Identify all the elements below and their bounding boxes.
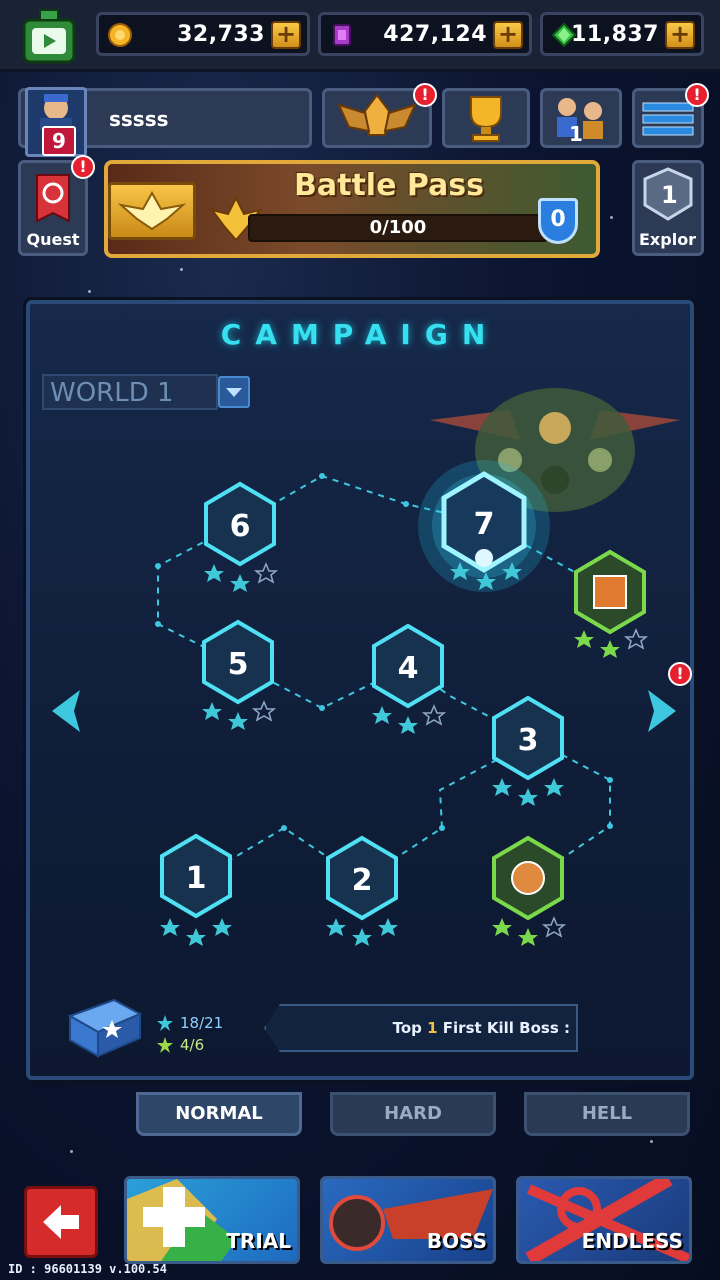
- boss-node-upper[interactable]: [574, 549, 646, 635]
- campaign-map: 1 2 3 4 5 6 7: [155, 460, 649, 946]
- trophy-button[interactable]: [442, 88, 530, 148]
- svg-text:2: 2: [352, 863, 373, 898]
- avatar[interactable]: 9: [25, 87, 87, 157]
- first-kill-boss-panel[interactable]: Top 1 First Kill Boss :: [264, 1004, 578, 1052]
- player-name: sssss: [109, 107, 169, 131]
- purple-card-icon: [333, 24, 351, 46]
- coin-value: 32,733: [177, 22, 265, 47]
- svg-text:7: 7: [474, 507, 495, 542]
- explore-label: Explor: [639, 230, 697, 249]
- quest-button[interactable]: Quest !: [18, 155, 95, 256]
- background-star: [180, 268, 183, 271]
- trophy-icon: [470, 96, 502, 142]
- back-arrow-icon: [43, 1205, 79, 1239]
- crew-button[interactable]: 1: [540, 88, 622, 148]
- node-stars: [160, 562, 649, 946]
- boss-mode-button[interactable]: BOSS: [320, 1176, 496, 1264]
- svg-text:5: 5: [228, 647, 249, 682]
- game-logo-icon[interactable]: [14, 6, 84, 68]
- campaign-panel: CAMPAIGN WORLD 1 1 2 3 4 5 6 7 !: [26, 300, 694, 1080]
- level-node-7[interactable]: 7: [441, 471, 527, 573]
- background-star: [650, 1140, 653, 1143]
- coin-counter: 32,733 +: [96, 12, 310, 56]
- level-node-4[interactable]: 4: [372, 623, 444, 709]
- coin-icon: [108, 23, 132, 47]
- boss-stars-count: 4/6: [180, 1036, 205, 1054]
- reward-chest-icon[interactable]: [64, 994, 144, 1060]
- battle-pass-ticket-icon: [108, 182, 196, 240]
- campaign-rewards-bar: 18/21 4/6 Top 1 First Kill Boss :: [34, 998, 684, 1066]
- svg-text:1: 1: [569, 122, 583, 145]
- add-crystals-button[interactable]: +: [665, 21, 695, 49]
- player-profile[interactable]: 9 sssss: [18, 87, 312, 157]
- battle-pass-title: Battle Pass: [294, 168, 485, 203]
- next-world-alert-badge: !: [668, 662, 692, 686]
- tab-hell[interactable]: HELL: [524, 1092, 690, 1136]
- quest-banner-icon: [36, 174, 70, 223]
- svg-text:4: 4: [398, 651, 419, 686]
- battle-pass-banner[interactable]: Battle Pass 0/100 0: [104, 160, 600, 258]
- player-level-badge: 9: [42, 126, 76, 156]
- pilot-avatar-icon: [40, 94, 72, 130]
- crystal-counter: 11,837 +: [540, 12, 704, 56]
- tab-normal[interactable]: NORMAL: [136, 1092, 302, 1136]
- endless-mode-button[interactable]: ENDLESS: [516, 1176, 692, 1264]
- svg-text:3: 3: [518, 723, 539, 758]
- background-star: [610, 216, 613, 219]
- next-world-arrow-icon[interactable]: [642, 686, 682, 736]
- level-node-6[interactable]: 6: [204, 481, 276, 567]
- back-button[interactable]: [24, 1186, 98, 1258]
- top-resource-bar: 32,733 + 427,124 + 11,837 +: [0, 0, 720, 72]
- battle-pass-progress-bar: 0/100: [248, 214, 548, 242]
- explore-badge-icon: 1: [643, 167, 693, 221]
- background-star: [70, 1150, 73, 1153]
- card-value: 427,124: [383, 22, 487, 47]
- level-node-1[interactable]: 1: [160, 833, 232, 919]
- explore-button[interactable]: 1 Explor: [632, 160, 704, 256]
- trial-mode-button[interactable]: TRIAL: [124, 1176, 300, 1264]
- add-cards-button[interactable]: +: [493, 21, 523, 49]
- add-coins-button[interactable]: +: [271, 21, 301, 49]
- campaign-stars-count: 18/21: [180, 1014, 224, 1032]
- first-kill-boss-text: Top 1 First Kill Boss :: [392, 1019, 570, 1037]
- svg-text:1: 1: [186, 861, 207, 896]
- battle-pass-level-shield: 0: [538, 198, 578, 244]
- trial-mode-label: TRIAL: [226, 1229, 291, 1253]
- green-star-icon: [157, 1037, 173, 1053]
- explore-count: 1: [661, 181, 678, 209]
- current-level-marker: [475, 549, 493, 567]
- menu-button[interactable]: !: [632, 83, 709, 148]
- rank-button[interactable]: !: [322, 83, 437, 148]
- level-node-2[interactable]: 2: [326, 835, 398, 921]
- boss-mode-label: BOSS: [426, 1229, 487, 1253]
- menu-alert-badge: !: [685, 83, 709, 107]
- crystal-value: 11,837: [571, 22, 659, 47]
- svg-text:6: 6: [230, 509, 251, 544]
- crew-icon: 1: [557, 98, 603, 146]
- background-star: [88, 290, 91, 293]
- previous-world-arrow-icon[interactable]: [46, 686, 86, 736]
- level-node-3[interactable]: 3: [492, 695, 564, 781]
- teal-star-icon: [157, 1015, 173, 1031]
- battle-pass-progress-text: 0/100: [369, 217, 427, 238]
- level-node-5[interactable]: 5: [202, 619, 274, 705]
- rank-alert-badge: !: [413, 83, 437, 107]
- quest-alert-badge: !: [71, 155, 95, 179]
- build-id-text: ID : 96601139 v.100.54: [8, 1262, 167, 1276]
- quest-label: Quest: [26, 230, 80, 249]
- tab-hard[interactable]: HARD: [330, 1092, 496, 1136]
- boss-node-lower[interactable]: [492, 835, 564, 921]
- endless-mode-label: ENDLESS: [581, 1229, 683, 1253]
- card-counter: 427,124 +: [318, 12, 532, 56]
